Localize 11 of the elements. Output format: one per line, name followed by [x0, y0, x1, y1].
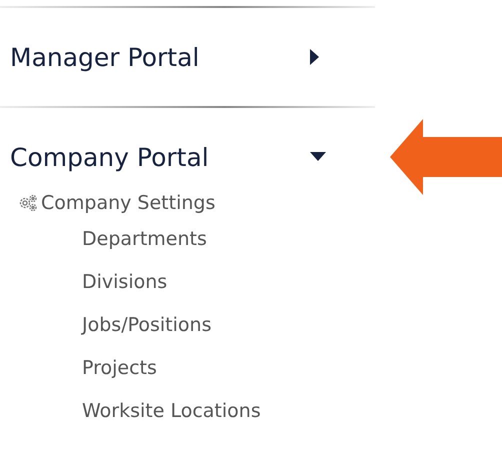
submenu-link[interactable]: Jobs/Positions — [0, 304, 212, 347]
caret-down-icon — [310, 152, 326, 162]
portal-menu-item[interactable]: Manager Portal — [0, 42, 320, 72]
portal-menu-item[interactable]: Company Portal — [0, 142, 326, 172]
section-heading[interactable]: Company Settings — [0, 188, 502, 218]
submenu-link[interactable]: Worksite Locations — [0, 390, 261, 433]
submenu-link[interactable]: Projects — [0, 347, 157, 390]
caret-right-icon — [310, 49, 320, 65]
submenu-link[interactable]: Departments — [0, 218, 207, 261]
gears-icon — [18, 194, 38, 212]
submenu-link[interactable]: Divisions — [0, 261, 168, 304]
